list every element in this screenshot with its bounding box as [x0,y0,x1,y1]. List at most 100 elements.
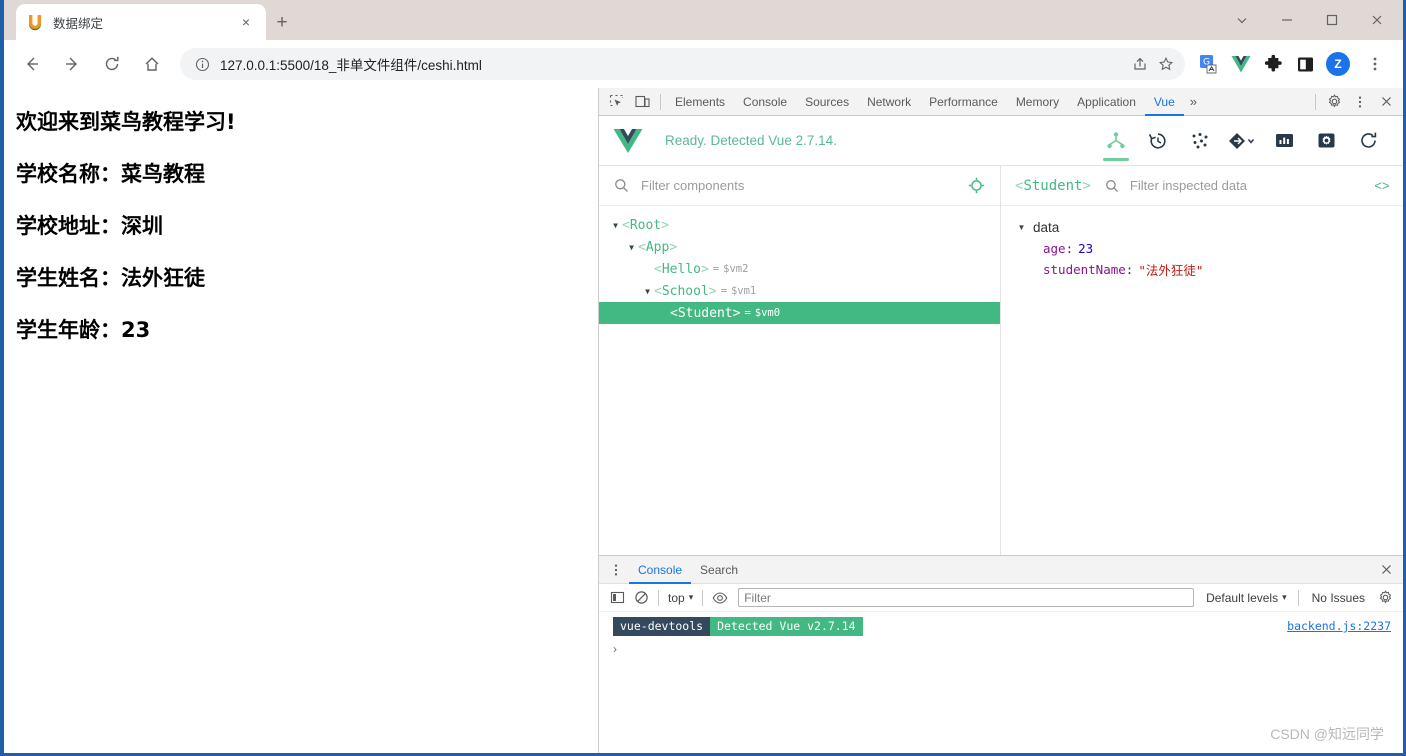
vm-equals: = [712,263,720,275]
console-prompt[interactable]: › [599,639,1403,656]
maximize-icon[interactable] [1309,0,1354,40]
gear-icon[interactable] [1321,90,1347,114]
component-filter-input[interactable] [639,177,966,194]
timeline-history-icon[interactable] [1137,116,1179,166]
inspected-component-name: <Student> [1015,177,1091,194]
inspect-element-icon[interactable] [603,90,629,114]
page-line-school-address: 学校地址：深圳 [16,214,163,238]
component-name: Root [629,217,662,233]
vue-tool-buttons [1095,116,1389,166]
tag-open-bracket: < [670,305,678,321]
drawer-tab-search[interactable]: Search [691,556,747,584]
tag-close-bracket: > [661,217,669,233]
chevron-down-icon[interactable]: ▼ [625,243,638,252]
tab-application[interactable]: Application [1068,88,1145,116]
events-icon[interactable] [1179,116,1221,166]
live-expression-eye-icon[interactable] [708,587,732,609]
console-filter-input[interactable] [738,588,1195,607]
new-tab-button[interactable]: + [268,9,296,37]
divider [660,93,661,110]
extensions-puzzle-icon[interactable] [1260,51,1286,77]
component-filter-row [599,166,1000,206]
close-icon[interactable] [1373,558,1399,582]
share-icon[interactable] [1127,51,1153,77]
star-icon[interactable] [1153,51,1179,77]
info-circle-icon[interactable] [192,54,212,74]
console-log-entry[interactable]: vue-devtools Detected Vue v2.7.14 backen… [599,612,1403,639]
tree-row[interactable]: ▼ < App > [599,236,1000,258]
page-line-student-name: 学生姓名：法外狂徒 [16,266,205,290]
close-icon[interactable] [1354,0,1399,40]
refresh-icon[interactable] [1347,116,1389,166]
tab-elements[interactable]: Elements [666,88,734,116]
vm-ref: $vm0 [754,307,781,319]
home-icon[interactable] [136,48,168,80]
chevron-down-icon[interactable]: ▼ [641,287,654,296]
tab-network[interactable]: Network [858,88,920,116]
tree-row[interactable]: ▼ < School > = $vm1 [599,280,1000,302]
sidepanel-icon[interactable] [1292,51,1318,77]
routing-icon[interactable] [1221,116,1263,166]
forward-icon[interactable] [56,48,88,80]
property-value: 23 [1078,241,1094,256]
tab-title: 数据绑定 [53,16,104,31]
data-property-row[interactable]: studentName: "法外狂徒" [1001,259,1403,280]
more-tabs-icon[interactable]: » [1184,94,1203,109]
close-icon[interactable] [1373,90,1399,114]
tab-close-icon[interactable]: × [236,12,256,32]
address-bar[interactable]: 127.0.0.1:5500/18_非单文件组件/ceshi.html [180,48,1185,80]
target-crosshair-icon[interactable] [966,176,986,196]
minimize-icon[interactable] [1264,0,1309,40]
code-brackets-icon[interactable]: <> [1371,178,1393,193]
vm-equals: = [744,307,751,319]
components-tree-icon[interactable] [1095,116,1137,166]
console-sidebar-icon[interactable] [605,587,629,609]
three-dot-menu-icon[interactable] [1359,48,1391,80]
performance-chart-icon[interactable] [1263,116,1305,166]
vue-status-bar: Ready. Detected Vue 2.7.14. [599,116,1403,166]
browser-tab[interactable]: 数据绑定 × [16,4,266,40]
tab-performance[interactable]: Performance [920,88,1007,116]
vm-ref: $vm1 [730,285,757,297]
three-dot-menu-icon[interactable] [603,558,629,582]
clear-console-icon[interactable] [629,587,653,609]
back-icon[interactable] [16,48,48,80]
avatar[interactable]: Z [1326,52,1350,76]
console-levels-label: Default levels [1206,590,1279,605]
log-source-badge: vue-devtools [613,617,711,637]
tab-vue[interactable]: Vue [1145,88,1184,116]
tab-console[interactable]: Console [734,88,796,116]
vue-devtools-icon[interactable] [1228,51,1254,77]
three-dot-menu-icon[interactable] [1347,90,1373,114]
property-colon: : [1065,241,1074,256]
log-source-link[interactable]: backend.js:2237 [1287,619,1391,633]
inspected-data-body: ▼ data age:23 studentName: "法外狂徒" [1001,206,1403,280]
drawer-tab-console[interactable]: Console [629,556,691,584]
data-property-row[interactable]: age:23 [1001,238,1403,259]
tree-row[interactable]: ▼ <Hello> =$vm2 [599,258,1000,280]
console-levels-selector[interactable]: Default levels ▾ [1200,591,1293,605]
tree-row[interactable]: ▼ < Root > [599,214,1000,236]
data-group-header[interactable]: ▼ data [1001,216,1403,238]
vue-status-text: Ready. Detected Vue 2.7.14. [665,133,837,148]
reload-icon[interactable] [96,48,128,80]
vue-main-area: ▼ <Root> ▼ <App> ▼ <Hello> =$vm2 ▼ <Sc [599,166,1403,555]
console-context-selector[interactable]: top ▾ [664,591,697,605]
chevron-down-icon[interactable]: ▼ [609,221,622,230]
navigation-bar: 127.0.0.1:5500/18_非单文件组件/ceshi.html G Z [4,40,1403,88]
chevron-down-icon[interactable]: ▼ [1015,223,1028,232]
tree-row-selected[interactable]: ▼ <Student> =$vm0 [599,302,1000,324]
translate-icon[interactable]: G [1196,51,1222,77]
gear-icon[interactable] [1373,587,1397,609]
device-toolbar-icon[interactable] [629,90,655,114]
component-tree: ▼ <Root> ▼ <App> ▼ <Hello> =$vm2 ▼ <Sc [599,206,1000,324]
chevron-down-icon[interactable] [1219,0,1264,40]
tag-open-bracket: < [654,283,662,299]
page-viewport: 欢迎来到菜鸟教程学习! 学校名称：菜鸟教程 学校地址：深圳 学生姓名：法外狂徒 … [4,88,598,753]
settings-box-icon[interactable] [1305,116,1347,166]
console-issues-status[interactable]: No Issues [1304,591,1373,605]
tab-memory[interactable]: Memory [1007,88,1068,116]
inspected-data-filter-input[interactable] [1127,177,1371,194]
tab-sources[interactable]: Sources [796,88,858,116]
tag-open-bracket: < [638,239,646,255]
